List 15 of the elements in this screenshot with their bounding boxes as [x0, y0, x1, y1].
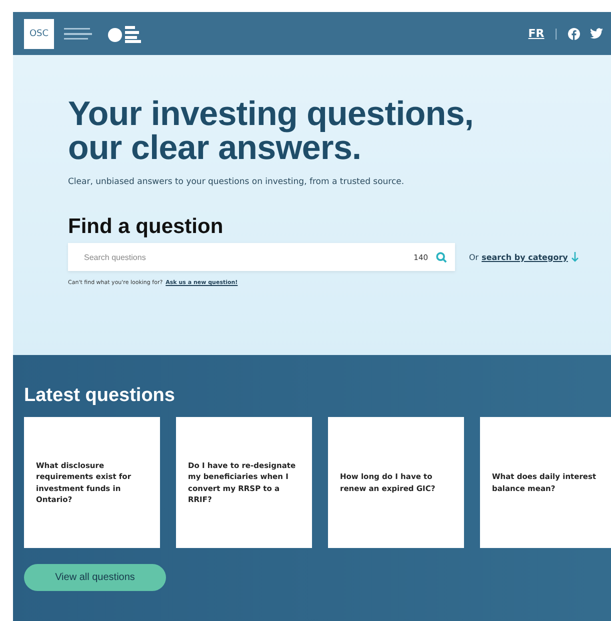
- separator: |: [554, 27, 558, 40]
- section-heading: Latest questions: [24, 385, 176, 407]
- category-link[interactable]: search by category: [482, 252, 568, 262]
- alternative-label: Or: [469, 252, 479, 262]
- logo[interactable]: OSC: [24, 18, 54, 48]
- section-heading: Find a question: [68, 215, 224, 239]
- language-link[interactable]: FR: [528, 27, 544, 40]
- hero-subtitle: Clear, unbiased answers to your questions on investing, from a trusted source.: [68, 177, 406, 187]
- hero-title: Your investing questions, our clear answers.: [68, 97, 475, 165]
- organization-logo-icon: [64, 26, 92, 40]
- bird-icon[interactable]: [590, 28, 603, 39]
- view-all-button[interactable]: View all questions: [24, 564, 166, 591]
- search-field[interactable]: Search questions: [82, 252, 414, 262]
- down-arrow-icon: [570, 252, 579, 262]
- facebook-icon[interactable]: [568, 28, 580, 40]
